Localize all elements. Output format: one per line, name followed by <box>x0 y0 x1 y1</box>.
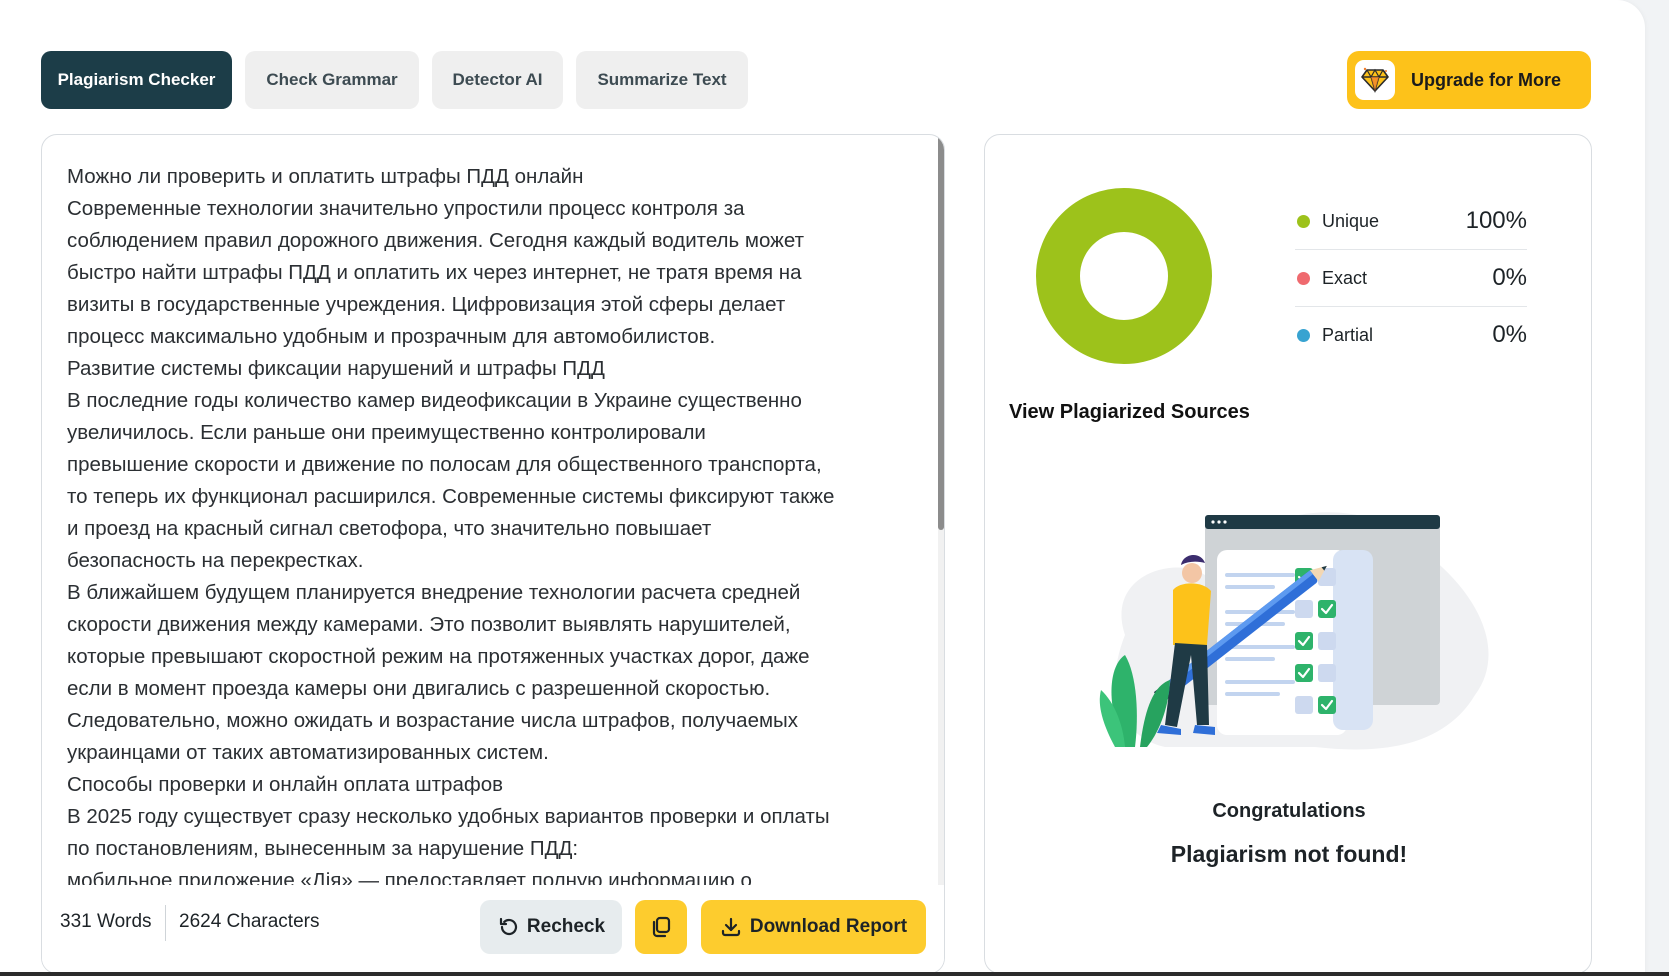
results-legend: Unique 100% Exact 0% Partial 0% <box>1295 193 1527 363</box>
editor-line: и проезд на красный сигнал светофора, чт… <box>67 517 712 540</box>
tab-detector-ai[interactable]: Detector AI <box>432 51 563 109</box>
text-editor-viewport[interactable]: Можно ли проверить и оплатить штрафы ПДД… <box>42 135 932 885</box>
editor-line: украинцами от таких автоматизированных с… <box>67 741 549 764</box>
editor-line: превышение скорости и движение по полоса… <box>67 453 822 476</box>
tool-tabs: Plagiarism Checker Check Grammar Detecto… <box>41 51 748 109</box>
copy-button[interactable] <box>635 900 687 954</box>
editor-line: В ближайшем будущем планируется внедрени… <box>67 581 801 604</box>
editor-line: процесс максимально удобным и прозрачным… <box>67 325 716 348</box>
legend-row-exact: Exact 0% <box>1295 250 1527 307</box>
legend-row-partial: Partial 0% <box>1295 307 1527 363</box>
editor-line: мобильное приложение «Дія» — предоставля… <box>67 869 752 885</box>
editor-line: соблюдением правил дорожного движения. С… <box>67 229 804 252</box>
exact-dot-icon <box>1297 271 1310 285</box>
character-count: 2624 Characters <box>179 911 320 932</box>
legend-label: Partial <box>1322 324 1374 345</box>
editor-line: увеличилось. Если раньше они преимуществ… <box>67 421 706 444</box>
donut-unique-segment <box>1036 188 1212 364</box>
editor-line: если в момент проезда камеры они двигали… <box>67 677 771 700</box>
editor-line: то теперь их функционал расширился. Совр… <box>67 485 835 508</box>
editor-footer: 331 Words 2624 Characters Recheck Downlo… <box>42 885 944 973</box>
editor-line: Развитие системы фиксации нарушений и шт… <box>67 357 605 380</box>
diamond-icon <box>1355 60 1395 100</box>
stat-divider <box>165 905 166 941</box>
app-page: Plagiarism Checker Check Grammar Detecto… <box>0 0 1645 976</box>
editor-line: В 2025 году существует сразу несколько у… <box>67 805 830 828</box>
refresh-icon <box>499 917 517 936</box>
legend-value: 100% <box>1465 207 1527 234</box>
editor-line: визиты в государственные учреждения. Циф… <box>67 293 786 316</box>
text-editor[interactable]: Можно ли проверить и оплатить штрафы ПДД… <box>67 161 907 885</box>
bottom-edge <box>0 972 1669 976</box>
legend-label: Unique <box>1322 210 1380 231</box>
plagiarism-not-found-text: Plagiarism not found! <box>1170 841 1408 867</box>
recheck-label: Recheck <box>526 916 606 937</box>
checklist-illustration <box>1099 512 1489 750</box>
editor-line: скорости движения между камерами. Это по… <box>67 613 791 636</box>
editor-line: безопасность на перекрестках. <box>67 549 364 572</box>
editor-line: Следовательно, можно ожидать и возрастан… <box>67 709 799 732</box>
editor-line: Современные технологии значительно упрос… <box>67 197 745 220</box>
editor-line: Можно ли проверить и оплатить штрафы ПДД… <box>67 165 584 188</box>
tab-plagiarism-checker[interactable]: Plagiarism Checker <box>41 51 232 109</box>
download-label: Download Report <box>749 916 908 937</box>
legend-value: 0% <box>1492 321 1527 348</box>
editor-line: быстро найти штрафы ПДД и оплатить их че… <box>67 261 802 284</box>
upgrade-button[interactable]: Upgrade for More <box>1347 51 1591 109</box>
copy-icon <box>652 916 671 938</box>
editor-line: которые превышают скоростной режим на пр… <box>67 645 810 668</box>
tab-summarize-text[interactable]: Summarize Text <box>576 51 748 109</box>
legend-value: 0% <box>1492 264 1527 291</box>
editor-scrollbar[interactable] <box>938 135 944 885</box>
download-icon <box>721 917 740 937</box>
editor-line: Способы проверки и онлайн оплата штрафов <box>67 773 504 796</box>
legend-label: Exact <box>1322 267 1368 288</box>
word-count: 331 Words <box>60 911 152 932</box>
view-plagiarized-sources-link[interactable]: View Plagiarized Sources <box>1009 401 1250 424</box>
editor-line: по постановлениям, вынесенным за нарушен… <box>67 837 579 860</box>
uniqueness-donut-chart <box>1036 188 1212 364</box>
congratulations-text: Congratulations <box>1212 800 1366 822</box>
download-report-button[interactable]: Download Report <box>701 900 926 954</box>
tab-check-grammar[interactable]: Check Grammar <box>245 51 419 109</box>
recheck-button[interactable]: Recheck <box>480 900 622 954</box>
unique-dot-icon <box>1297 214 1310 228</box>
results-panel: Unique 100% Exact 0% Partial 0% View Pla… <box>984 134 1592 974</box>
text-editor-panel: Можно ли проверить и оплатить штрафы ПДД… <box>41 134 945 974</box>
upgrade-label: Upgrade for More <box>1411 69 1562 90</box>
editor-line: В последние годы количество камер видеоф… <box>67 389 802 412</box>
legend-row-unique: Unique 100% <box>1295 193 1527 250</box>
partial-dot-icon <box>1297 328 1310 342</box>
editor-scroll-thumb[interactable] <box>938 135 944 530</box>
